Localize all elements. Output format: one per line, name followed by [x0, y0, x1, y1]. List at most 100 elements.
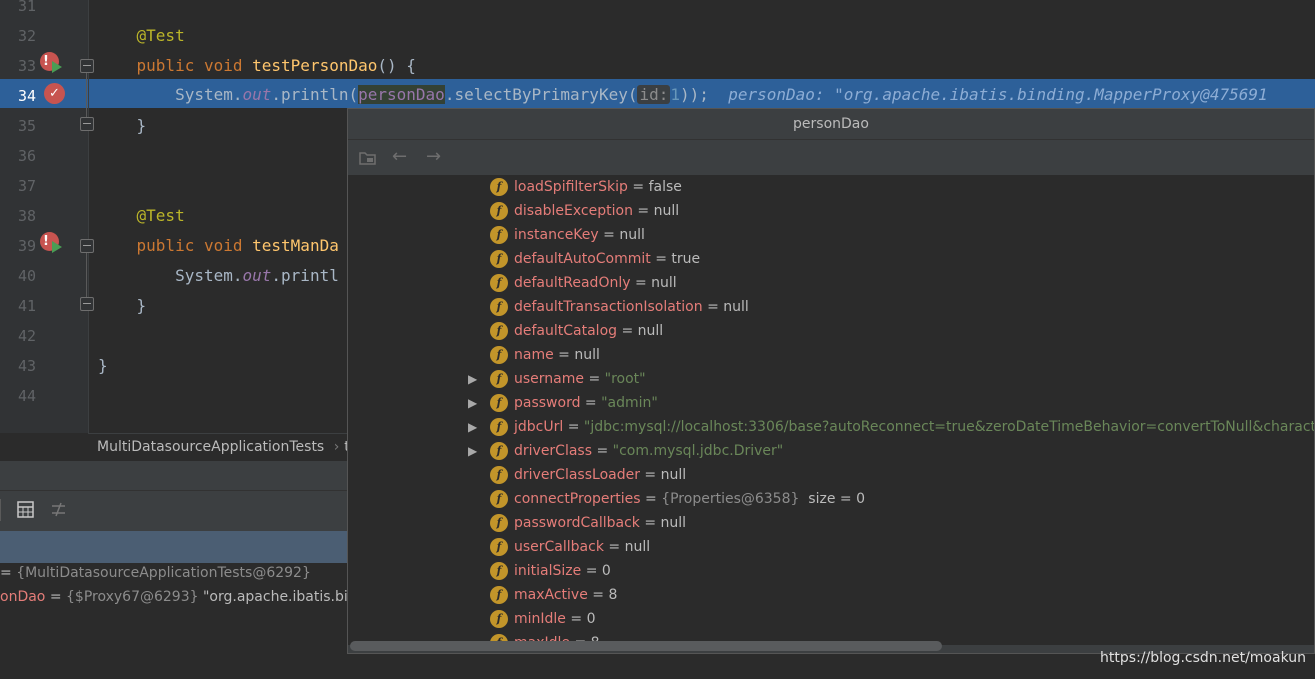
code-line-41[interactable]: } [98, 291, 147, 321]
tree-row[interactable]: f defaultTransactionIsolation = null [348, 295, 1314, 319]
code-text: System. [175, 266, 243, 285]
inline-debug-value[interactable]: personDao: "org.apache.ibatis.binding.Ma… [728, 85, 1267, 104]
static-field: out [242, 85, 272, 104]
field-name: connectProperties [514, 491, 641, 507]
variable-row-this[interactable]: = {MultiDatasourceApplicationTests@6292} [0, 561, 311, 585]
code-text: } [136, 116, 147, 135]
expand-arrow-icon[interactable]: ▶ [468, 415, 477, 439]
variable-row-persondao[interactable]: onDao = {$Proxy67@6293} "org.apache.ibat… [0, 585, 375, 609]
field-eq: = [650, 251, 672, 267]
field-name: defaultCatalog [514, 323, 618, 339]
variable-tree[interactable]: f loadSpifilterSkip = false f disableExcept… [348, 175, 1314, 645]
tree-row[interactable]: f disableException = null [348, 199, 1314, 223]
field-eq: = [563, 419, 584, 435]
field-icon: f [490, 298, 508, 316]
run-test-icon[interactable] [52, 241, 62, 253]
tree-row-text: userCallback = null [514, 535, 650, 559]
tree-row[interactable]: f instanceKey = null [348, 223, 1314, 247]
tree-row[interactable]: f defaultCatalog = null [348, 319, 1314, 343]
line-number: 42 [17, 327, 36, 345]
breadcrumb[interactable]: MultiDatasourceApplicationTests ›t [97, 437, 350, 457]
debug-variables-panel[interactable]: = {MultiDatasourceApplicationTests@6292}… [0, 461, 375, 679]
tree-row-text: password = "admin" [514, 391, 658, 415]
fold-marker-icon[interactable] [80, 117, 94, 131]
line-number: 32 [17, 27, 36, 45]
tree-row[interactable]: f defaultAutoCommit = true [348, 247, 1314, 271]
code-line-34[interactable]: System.out.println(personDao.selectByPri… [98, 80, 1268, 110]
tree-row[interactable]: f driverClassLoader = null [348, 463, 1314, 487]
code-line-35[interactable]: } [98, 111, 147, 141]
expand-arrow-icon[interactable]: ▶ [468, 367, 477, 391]
annotation: @Test [136, 206, 185, 225]
code-text: .selectByPrimaryKey( [444, 85, 638, 104]
watches-icon[interactable] [50, 501, 67, 518]
evaluate-expression-icon[interactable] [17, 501, 34, 518]
tree-row[interactable]: f loadSpifilterSkip = false [348, 175, 1314, 199]
fold-marker-icon[interactable] [80, 239, 94, 253]
field-eq: = [553, 347, 575, 363]
tree-row[interactable]: f initialSize = 0 [348, 559, 1314, 583]
horizontal-scrollbar[interactable] [350, 641, 942, 651]
tree-row[interactable]: f maxActive = 8 [348, 583, 1314, 607]
field-eq: = [587, 587, 609, 603]
field-eq: = [627, 179, 649, 195]
tree-row[interactable]: ▶ f driverClass = "com.mysql.jdbc.Driver" [348, 439, 1314, 463]
code-line-40[interactable]: System.out.printl [98, 261, 339, 291]
tree-row[interactable]: f defaultReadOnly = null [348, 271, 1314, 295]
variable-inspector-popup[interactable]: personDao ← → f loadSpifilterSkip = false… [347, 108, 1315, 654]
tree-row-text: driverClassLoader = null [514, 463, 686, 487]
annotation: @Test [136, 26, 185, 45]
field-name: instanceKey [514, 227, 599, 243]
tree-row[interactable]: f connectProperties = {Properties@6358} s… [348, 487, 1314, 511]
code-line-39[interactable]: public void testManDa [98, 231, 339, 261]
popup-title[interactable]: personDao [348, 109, 1314, 140]
tree-row[interactable]: f name = null [348, 343, 1314, 367]
tree-row[interactable]: ▶ f jdbcUrl = "jdbc:mysql://localhost:3306… [348, 415, 1314, 439]
tree-row[interactable]: ▶ f username = "root" [348, 367, 1314, 391]
field-name: defaultReadOnly [514, 275, 631, 291]
tree-row[interactable]: ▶ f password = "admin" [348, 391, 1314, 415]
fold-marker-icon[interactable] [80, 59, 94, 73]
tree-row-text: passwordCallback = null [514, 511, 686, 535]
field-icon: f [490, 346, 508, 364]
field-eq: = [630, 275, 652, 291]
code-text: .printl [271, 266, 339, 285]
variable-reference[interactable]: personDao [358, 85, 445, 104]
tree-row[interactable]: f minIdle = 0 [348, 607, 1314, 631]
expand-arrow-icon[interactable]: ▶ [468, 439, 477, 463]
breadcrumb-item[interactable]: MultiDatasourceApplicationTests [97, 439, 324, 455]
code-line-33[interactable]: public void testPersonDao() { [98, 51, 416, 81]
field-value: null [637, 323, 664, 339]
fold-guide [86, 73, 87, 117]
code-line-38[interactable]: @Test [98, 201, 185, 231]
line-number-current: 34 [17, 87, 36, 105]
tree-row[interactable]: f passwordCallback = null [348, 511, 1314, 535]
variables-selected-header [0, 531, 348, 563]
breakpoint-hit-icon[interactable]: ✓ [44, 83, 65, 104]
fold-marker-icon[interactable] [80, 297, 94, 311]
run-test-icon[interactable] [52, 61, 62, 73]
tree-row[interactable]: f userCallback = null [348, 535, 1314, 559]
line-number: 31 [17, 0, 36, 15]
back-arrow-icon[interactable]: ← [392, 146, 407, 168]
tree-row-text: driverClass = "com.mysql.jdbc.Driver" [514, 439, 783, 463]
field-icon: f [490, 322, 508, 340]
tree-row-text: initialSize = 0 [514, 559, 611, 583]
expand-arrow-icon[interactable]: ▶ [468, 391, 477, 415]
line-number: 44 [17, 387, 36, 405]
tree-row-text: maxActive = 8 [514, 583, 617, 607]
debug-toolbar [0, 491, 348, 531]
line-number: 39 [17, 237, 36, 255]
navigate-folder-icon[interactable] [359, 150, 377, 166]
field-eq: = [639, 515, 661, 531]
field-value: null [723, 299, 749, 315]
field-value: 0 [601, 563, 611, 579]
field-value: false [648, 179, 682, 195]
code-line-43[interactable]: } [98, 351, 108, 381]
field-name: loadSpifilterSkip [514, 179, 628, 195]
field-value: "admin" [601, 395, 658, 411]
code-line-32[interactable]: @Test [98, 21, 185, 51]
field-icon: f [490, 394, 508, 412]
forward-arrow-icon[interactable]: → [426, 146, 441, 168]
method-name: testManDa [252, 236, 339, 255]
